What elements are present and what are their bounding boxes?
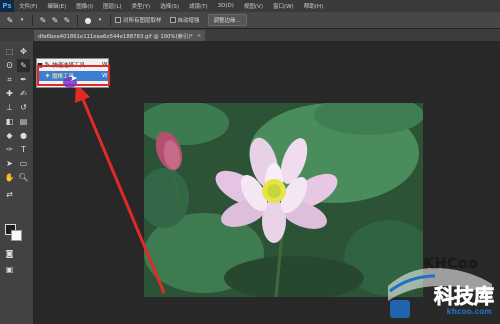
- menu-layer[interactable]: 图层(L): [98, 2, 126, 10]
- refine-edge-button[interactable]: 调整边缘...: [207, 14, 247, 26]
- mouse-cursor-icon: ➤: [70, 74, 78, 84]
- subtract-selection-icon[interactable]: ✎: [61, 14, 73, 26]
- history-brush-icon[interactable]: ↺: [17, 101, 30, 114]
- clone-stamp-icon[interactable]: ⊥: [3, 101, 16, 114]
- move-tool-icon[interactable]: ✥: [17, 45, 30, 58]
- menu-image[interactable]: 图像(I): [71, 2, 98, 10]
- lasso-tool-icon[interactable]: ʘ: [3, 59, 16, 72]
- watermark-title: 科技库: [434, 284, 495, 309]
- zoom-tool-icon[interactable]: 🔍︎: [17, 171, 30, 184]
- options-bar: ✎ ▾ ✎ ✎ ✎ ● ▾ 对所有图层取样 自动增强 调整边缘...: [0, 12, 500, 29]
- document-tab-title: dfa6bea401861e111eaa6e544e188783.gif @ 1…: [38, 33, 193, 40]
- shape-tool-icon[interactable]: ▭: [17, 157, 30, 170]
- document-tab-bar: dfa6bea401861e111eaa6e544e188783.gif @ 1…: [0, 29, 500, 41]
- app-logo: Ps: [0, 0, 14, 12]
- menu-file[interactable]: 文件(F): [14, 2, 42, 10]
- auto-enhance-checkbox[interactable]: [169, 17, 176, 23]
- menu-filter[interactable]: 滤镜(T): [184, 2, 213, 10]
- divider: [77, 14, 78, 26]
- divider: [32, 14, 33, 26]
- divider: [110, 14, 111, 26]
- eraser-tool-icon[interactable]: ◧: [3, 115, 16, 128]
- menu-edit[interactable]: 编辑(E): [42, 2, 71, 10]
- blur-tool-icon[interactable]: ◆: [3, 129, 16, 142]
- marquee-tool-icon[interactable]: ⬚: [3, 45, 16, 58]
- close-icon[interactable]: ×: [197, 33, 201, 39]
- menu-help[interactable]: 帮助(H): [299, 2, 328, 10]
- tools-panel: ⬚ ✥ ʘ ✎ ⌗ ✒ ✚ ✍ ⊥ ↺ ◧ ▤ ◆ ● ✑ T ➤ ▭ ✋ 🔍︎…: [0, 41, 34, 324]
- new-selection-icon[interactable]: ✎: [37, 14, 49, 26]
- gradient-tool-icon[interactable]: ▤: [17, 115, 30, 128]
- photoshop-window: Ps 文件(F) 编辑(E) 图像(I) 图层(L) 类型(Y) 选择(S) 滤…: [0, 0, 500, 324]
- watermark: KHCoo 科技库 khcoo.com: [380, 246, 500, 324]
- background-color-swatch[interactable]: [11, 230, 22, 241]
- menu-type[interactable]: 类型(Y): [127, 2, 156, 10]
- quick-selection-tool-icon[interactable]: ✎: [17, 59, 30, 72]
- dodge-tool-icon[interactable]: ●: [17, 129, 30, 142]
- hand-tool-icon[interactable]: ✋: [3, 171, 16, 184]
- eyedropper-tool-icon[interactable]: ✒: [17, 73, 30, 86]
- brush-preset-icon[interactable]: ✎: [4, 14, 16, 26]
- brush-size-icon[interactable]: ●: [82, 14, 94, 26]
- document-tab[interactable]: dfa6bea401861e111eaa6e544e188783.gif @ 1…: [34, 30, 206, 41]
- chevron-down-icon[interactable]: ▾: [16, 14, 28, 26]
- watermark-brand: KHCoo: [423, 256, 478, 273]
- pen-tool-icon[interactable]: ✑: [3, 143, 16, 156]
- menu-select[interactable]: 选择(S): [155, 2, 184, 10]
- brush-tool-icon[interactable]: ✍: [17, 87, 30, 100]
- watermark-url: khcoo.com: [446, 307, 492, 316]
- quick-mask-icon[interactable]: ◙: [3, 247, 16, 260]
- type-tool-icon[interactable]: T: [17, 143, 30, 156]
- sample-all-layers-checkbox[interactable]: [115, 17, 121, 23]
- menu-window[interactable]: 窗口(W): [268, 2, 299, 10]
- screen-mode-icon[interactable]: ▣: [3, 263, 16, 276]
- path-selection-icon[interactable]: ➤: [3, 157, 16, 170]
- healing-brush-icon[interactable]: ✚: [3, 87, 16, 100]
- menu-bar: Ps 文件(F) 编辑(E) 图像(I) 图层(L) 类型(Y) 选择(S) 滤…: [0, 0, 500, 12]
- crop-tool-icon[interactable]: ⌗: [3, 73, 16, 86]
- menu-view[interactable]: 视图(V): [239, 2, 268, 10]
- chevron-down-icon[interactable]: ▾: [94, 14, 106, 26]
- auto-enhance-label: 自动增强: [177, 18, 200, 24]
- menu-3d[interactable]: 3D(D): [213, 3, 239, 9]
- sample-all-layers-label: 对所有图层取样: [123, 18, 162, 24]
- add-selection-icon[interactable]: ✎: [49, 14, 61, 26]
- swap-colors-icon[interactable]: ⇄: [3, 188, 16, 201]
